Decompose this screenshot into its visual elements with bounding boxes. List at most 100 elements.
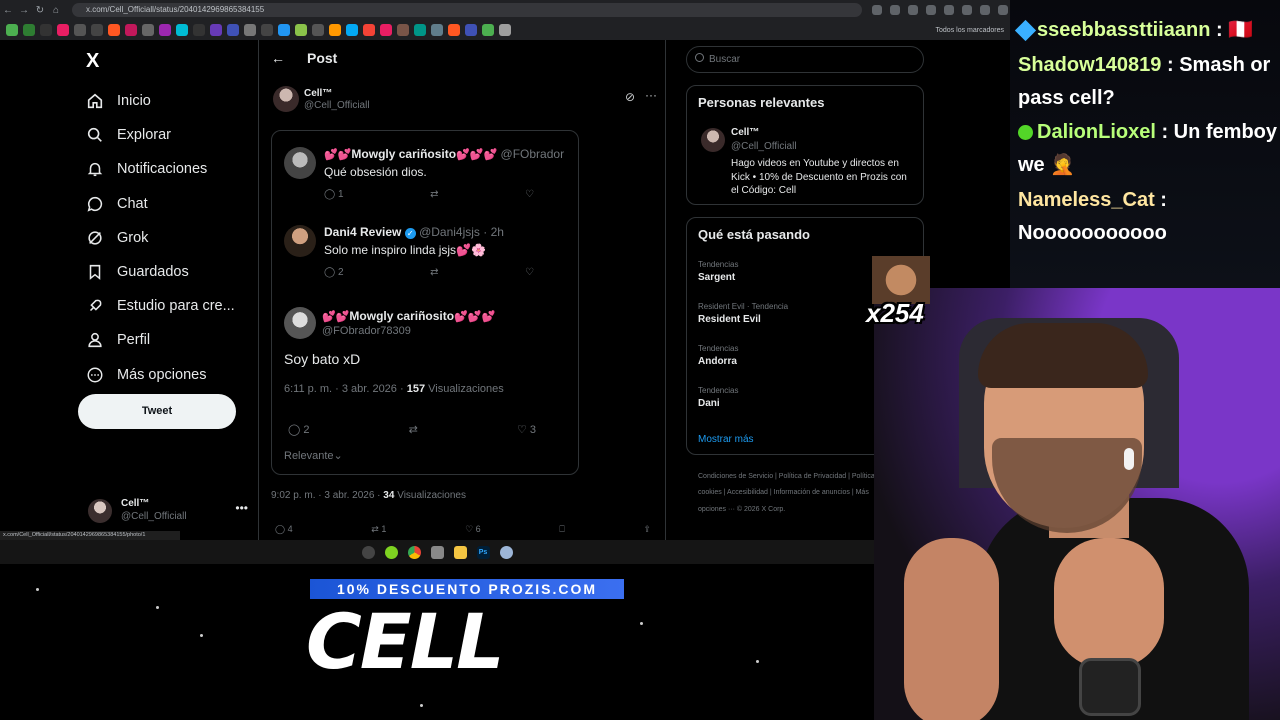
chrome-icon[interactable]: [407, 545, 421, 559]
like-button[interactable]: ♡ 3: [517, 423, 536, 436]
bookmark-icon[interactable]: [278, 24, 290, 36]
app-icon[interactable]: [384, 545, 398, 559]
reply-button[interactable]: ◯ 2: [324, 267, 344, 278]
tweet-button[interactable]: Tweet: [78, 394, 236, 429]
avatar[interactable]: [284, 307, 316, 339]
bookmark-icon[interactable]: [431, 24, 443, 36]
address-bar[interactable]: x.com/Cell_Officiall/status/204014296986…: [72, 3, 862, 17]
author-handle[interactable]: @Cell_Officiall: [304, 100, 370, 111]
bookmark-icon[interactable]: [465, 24, 477, 36]
bookmark-icon[interactable]: [261, 24, 273, 36]
sidebar-item-chat[interactable]: Chat: [86, 187, 235, 221]
bookmark-icon[interactable]: [57, 24, 69, 36]
sidebar-item-notificaciones[interactable]: Notificaciones: [86, 152, 235, 186]
avatar[interactable]: [701, 128, 725, 152]
reply-author-name[interactable]: Dani4 Review: [324, 225, 401, 239]
trend-item[interactable]: Tendencias Dani: [698, 386, 738, 409]
sidebar-item-guardados[interactable]: Guardados: [86, 255, 235, 289]
timestamp-text[interactable]: 6:11 p. m. · 3 abr. 2026 ·: [284, 383, 407, 395]
photoshop-icon[interactable]: Ps: [476, 545, 490, 559]
reply-author-name[interactable]: Mowgly cariñosito: [349, 309, 454, 323]
bookmark-icon[interactable]: [499, 24, 511, 36]
back-arrow-icon[interactable]: ←: [271, 50, 285, 66]
reply-button[interactable]: ◯ 1: [324, 189, 344, 200]
trend-item[interactable]: Tendencias Andorra: [698, 344, 738, 367]
bookmark-icon[interactable]: [23, 24, 35, 36]
home-icon[interactable]: ⌂: [48, 5, 64, 16]
footer-links[interactable]: Condiciones de Servicio | Política de Pr…: [698, 469, 888, 518]
bookmark-icon[interactable]: [91, 24, 103, 36]
reply-button[interactable]: ◯ 4: [275, 524, 293, 535]
grok-icon[interactable]: ⊘: [625, 90, 635, 104]
extension-icon[interactable]: [980, 5, 990, 15]
sort-dropdown[interactable]: Relevante⌄: [284, 449, 343, 462]
bookmark-icon[interactable]: [363, 24, 375, 36]
extension-icon[interactable]: [908, 5, 918, 15]
bookmark-icon[interactable]: [176, 24, 188, 36]
repost-button[interactable]: ⇄ 1: [371, 524, 386, 535]
profile-icon[interactable]: [998, 5, 1008, 15]
bookmark-icon[interactable]: [40, 24, 52, 36]
reply-button[interactable]: ◯ 2: [288, 423, 310, 436]
avatar[interactable]: [284, 147, 316, 179]
bookmark-icon[interactable]: [108, 24, 120, 36]
sidebar-item-grok[interactable]: Grok: [86, 221, 235, 255]
bookmark-icon[interactable]: ⎕: [559, 524, 564, 535]
relevant-name[interactable]: Cell™: [731, 127, 759, 138]
bookmark-icon[interactable]: [227, 24, 239, 36]
account-switcher[interactable]: Cell™ @Cell_Officiall •••: [88, 495, 248, 527]
more-icon[interactable]: ···: [645, 88, 657, 102]
sidebar-item-perfil[interactable]: Perfil: [86, 323, 235, 357]
bookmark-icon[interactable]: [159, 24, 171, 36]
bookmark-icon[interactable]: [6, 24, 18, 36]
show-more-link[interactable]: Mostrar más: [698, 434, 754, 445]
sidebar-item-inicio[interactable]: Inicio: [86, 84, 235, 118]
bookmark-icon[interactable]: [312, 24, 324, 36]
author-name[interactable]: Cell™: [304, 88, 332, 99]
trend-item[interactable]: Resident Evil · Tendencia Resident Evil: [698, 302, 788, 325]
app-icon[interactable]: [430, 545, 444, 559]
like-icon[interactable]: ♡: [525, 267, 534, 278]
search-input[interactable]: Buscar: [686, 46, 924, 73]
reload-icon[interactable]: ↻: [32, 5, 48, 16]
bookmark-icon[interactable]: [380, 24, 392, 36]
bookmark-icon[interactable]: [448, 24, 460, 36]
extension-icon[interactable]: [962, 5, 972, 15]
folder-icon[interactable]: [453, 545, 467, 559]
more-icon[interactable]: •••: [235, 501, 248, 515]
like-icon[interactable]: ♡: [525, 189, 534, 200]
bookmark-icon[interactable]: [414, 24, 426, 36]
repost-icon[interactable]: ⇄: [409, 423, 418, 436]
bookmark-icon[interactable]: [193, 24, 205, 36]
timestamp-text[interactable]: 9:02 p. m. · 3 abr. 2026 ·: [271, 490, 383, 501]
trend-item[interactable]: Tendencias Sargent: [698, 260, 738, 283]
x-logo[interactable]: X: [86, 50, 99, 73]
bookmark-icon[interactable]: [295, 24, 307, 36]
like-button[interactable]: ♡ 6: [465, 524, 481, 535]
reply-author-name[interactable]: Mowgly cariñosito: [351, 147, 456, 161]
avatar[interactable]: [284, 225, 316, 257]
sidebar-item-estudio[interactable]: Estudio para cre...: [86, 289, 235, 323]
start-icon[interactable]: [361, 545, 375, 559]
bookmark-icon[interactable]: [74, 24, 86, 36]
extension-icon[interactable]: [890, 5, 900, 15]
bookmark-icon[interactable]: [397, 24, 409, 36]
embedded-thread[interactable]: 💕💕Mowgly cariñosito💕💕💕 @FObrador Qué obs…: [271, 130, 579, 475]
back-arrow-icon[interactable]: ←: [0, 5, 16, 16]
bookmark-icon[interactable]: [244, 24, 256, 36]
app-icon[interactable]: [499, 545, 513, 559]
sidebar-item-explorar[interactable]: Explorar: [86, 118, 235, 152]
sidebar-item-mas-opciones[interactable]: Más opciones: [86, 358, 235, 392]
all-bookmarks-folder[interactable]: Todos los marcadores: [936, 27, 1004, 34]
repost-icon[interactable]: ⇄: [430, 189, 438, 200]
extension-icon[interactable]: [872, 5, 882, 15]
bookmark-icon[interactable]: [142, 24, 154, 36]
bookmark-icon[interactable]: [210, 24, 222, 36]
bookmark-icon[interactable]: [346, 24, 358, 36]
bookmark-icon[interactable]: [125, 24, 137, 36]
share-icon[interactable]: ⇪: [643, 524, 651, 535]
bookmark-icon[interactable]: [329, 24, 341, 36]
extension-icon[interactable]: [926, 5, 936, 15]
repost-icon[interactable]: ⇄: [430, 267, 438, 278]
extension-icon[interactable]: [944, 5, 954, 15]
